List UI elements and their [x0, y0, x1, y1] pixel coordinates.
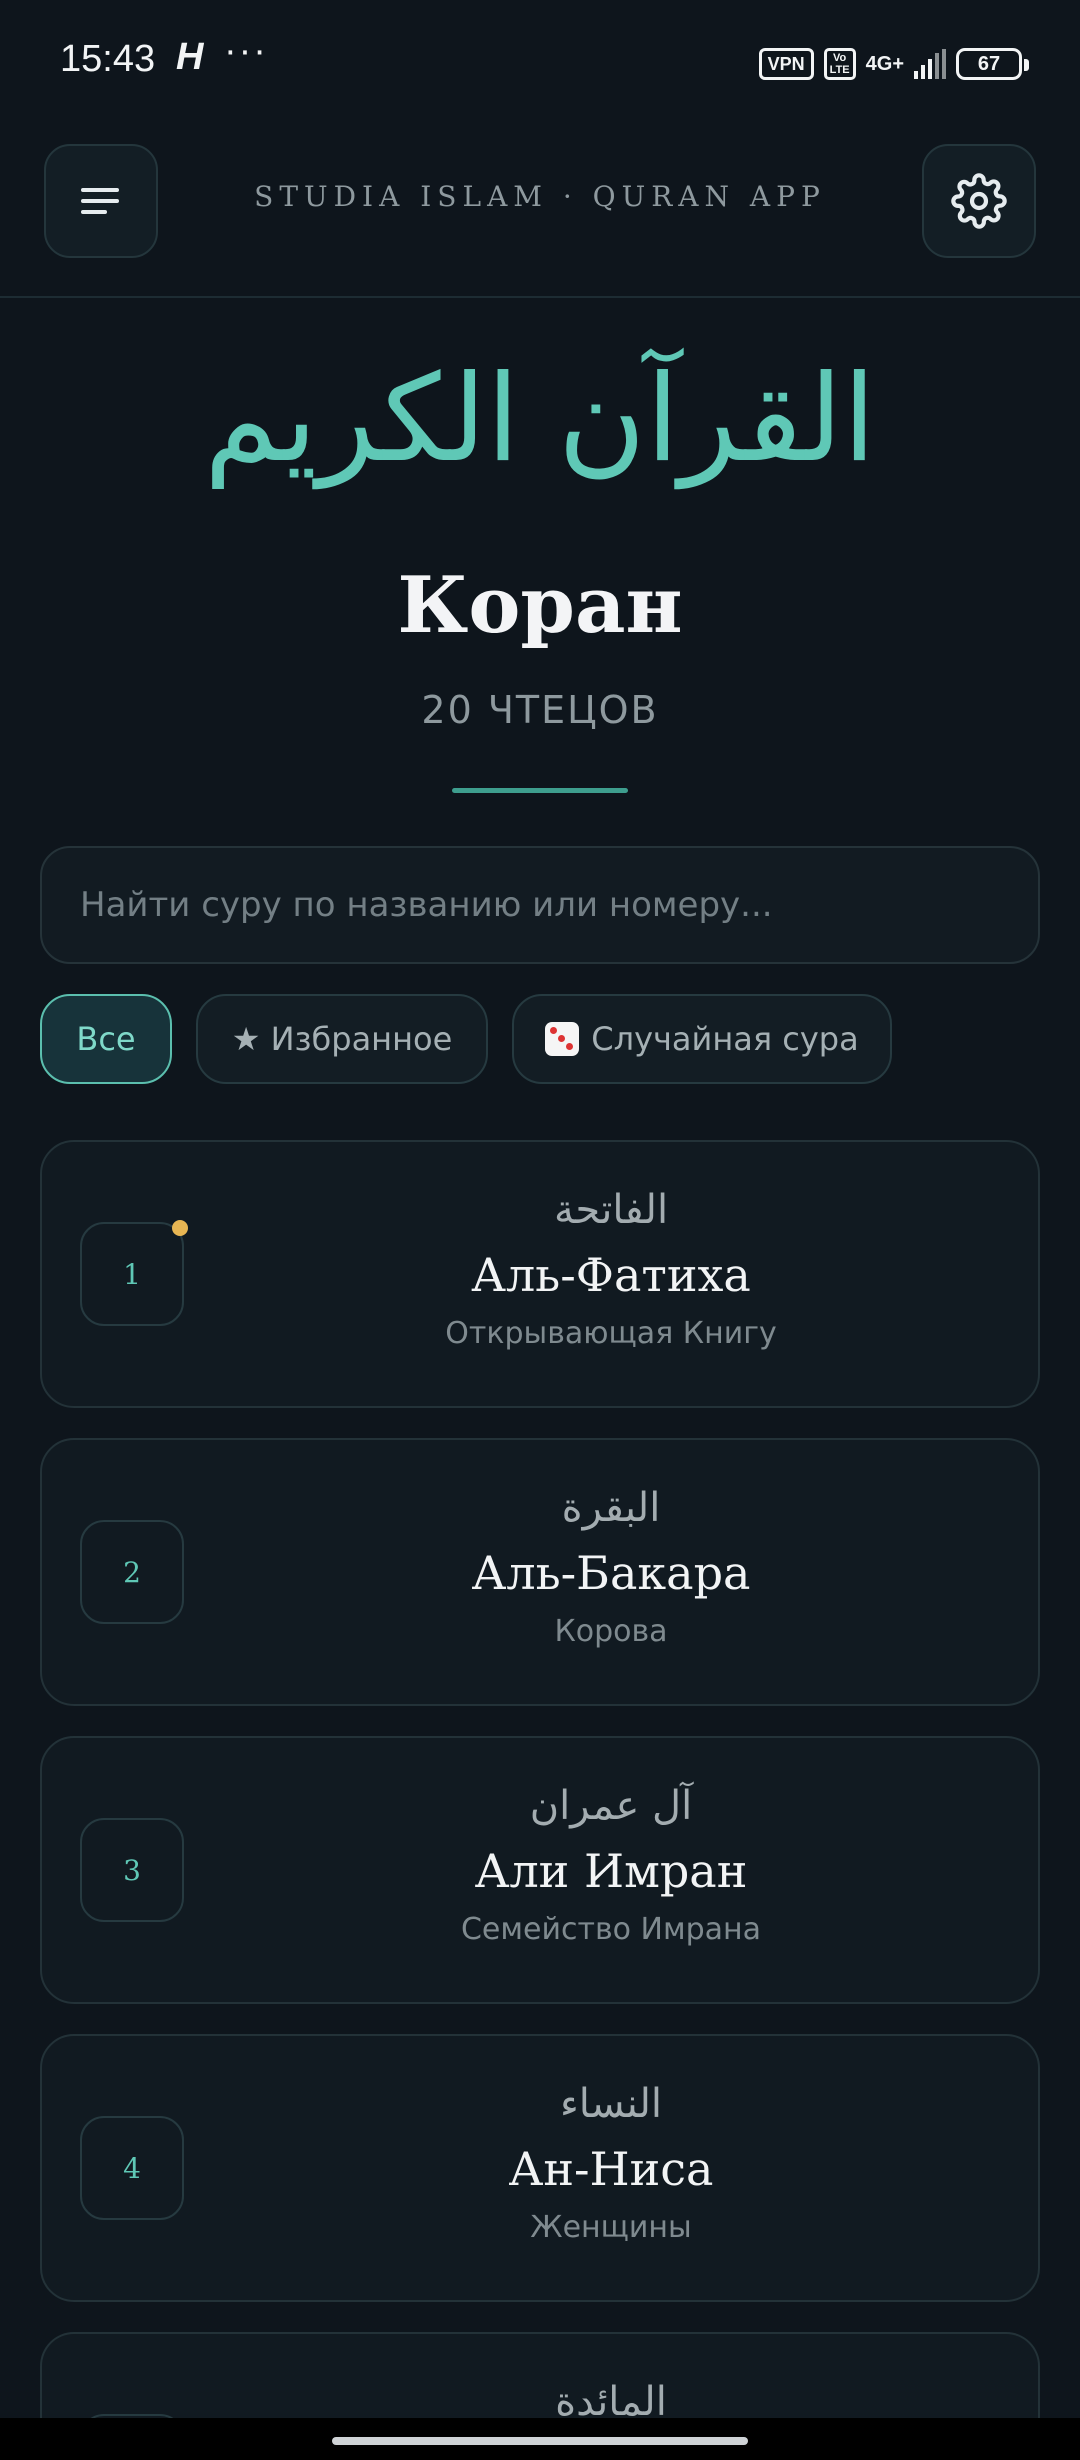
- surah-name: Аль-Фатиха: [471, 1248, 751, 1302]
- surah-number: 3: [80, 1818, 184, 1922]
- surah-name: Ан-Ниса: [508, 2142, 714, 2196]
- filter-all-label: Все: [76, 1020, 136, 1058]
- dice-icon: [545, 1022, 580, 1056]
- surah-translation: Корова: [554, 1614, 668, 1649]
- filter-all[interactable]: Все: [40, 994, 172, 1084]
- surah-translation: Открывающая Книгу: [445, 1316, 777, 1351]
- settings-button[interactable]: [922, 144, 1036, 258]
- volte-icon: Vo LTE: [823, 48, 856, 80]
- network-label: 4G+: [865, 52, 904, 75]
- surah-name: Аль-Бакара: [471, 1546, 751, 1600]
- random-surah-button[interactable]: Случайная сура: [512, 994, 892, 1084]
- more-notifications-icon: ···: [224, 30, 268, 72]
- surah-card[interactable]: 1 الفاتحة Аль-Фатиха Открывающая Книгу: [40, 1140, 1040, 1408]
- gear-icon: [951, 173, 1007, 229]
- arabic-title: القرآن الكريم: [203, 350, 877, 489]
- search-input[interactable]: [42, 848, 1038, 962]
- filter-favorites[interactable]: ★ Избранное: [196, 994, 488, 1084]
- surah-info: النساء Ан-Ниса Женщины: [184, 2076, 1038, 2250]
- surah-info: آل عمران Али Имран Семейство Имрана: [184, 1778, 1038, 1952]
- vpn-icon: VPN: [758, 48, 814, 80]
- signal-icon: [914, 49, 946, 79]
- divider: [452, 788, 628, 793]
- surah-arabic-name: النساء: [559, 2081, 663, 2127]
- search-box: [40, 846, 1040, 964]
- carrier-icon: H: [176, 36, 204, 78]
- surah-card[interactable]: 3 آل عمران Али Имран Семейство Имрана: [40, 1736, 1040, 2004]
- surah-name: Али Имран: [474, 1844, 748, 1898]
- surah-card[interactable]: 2 البقرة Аль-Бакара Корова: [40, 1438, 1040, 1706]
- reciters-count: 20 ЧТЕЦОВ: [421, 688, 659, 732]
- status-time: 15:43: [60, 38, 156, 80]
- home-indicator[interactable]: [332, 2437, 748, 2445]
- surah-info: البقرة Аль-Бакара Корова: [184, 1480, 1038, 1654]
- random-surah-label: Случайная сура: [591, 1020, 859, 1058]
- surah-arabic-name: الفاتحة: [553, 1187, 669, 1233]
- surah-number: 4: [80, 2116, 184, 2220]
- surah-card[interactable]: 4 النساء Ан-Ниса Женщины: [40, 2034, 1040, 2302]
- battery-icon: 67: [956, 48, 1029, 80]
- status-indicators: VPN Vo LTE 4G+ 67: [758, 44, 1029, 84]
- surah-arabic-name: آل عمران: [529, 1783, 693, 1829]
- app-header: STUDIA ISLAM · QURAN APP: [0, 128, 1080, 298]
- surah-info: الفاتحة Аль-Фатиха Открывающая Книгу: [184, 1182, 1038, 1356]
- surah-number: 1: [80, 1222, 184, 1326]
- app-title: STUDIA ISLAM · QURAN APP: [254, 180, 826, 213]
- surah-arabic-name: البقرة: [561, 1485, 661, 1531]
- page-title: Коран: [397, 560, 683, 651]
- surah-number: 2: [80, 1520, 184, 1624]
- surah-translation: Женщины: [530, 2210, 692, 2245]
- surah-translation: Семейство Имрана: [460, 1912, 762, 1947]
- filter-favorites-label: ★ Избранное: [231, 1020, 453, 1058]
- status-bar: 15:43 H ··· VPN Vo LTE 4G+ 67: [0, 0, 1080, 128]
